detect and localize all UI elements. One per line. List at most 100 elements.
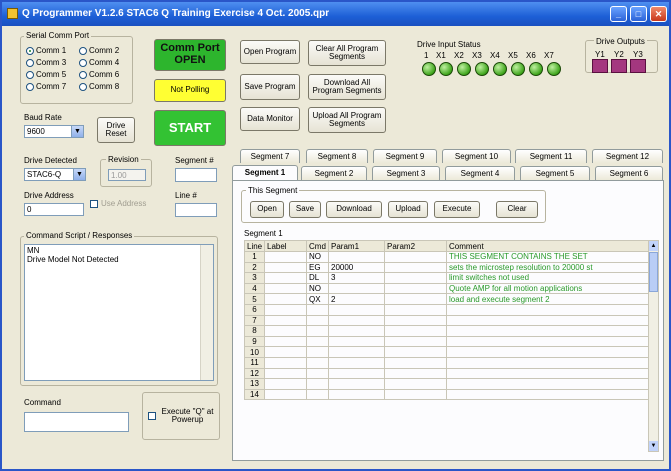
cell-param2[interactable] xyxy=(384,303,447,316)
data-monitor-button[interactable]: Data Monitor xyxy=(240,107,300,131)
cell-comment[interactable]: Quote AMP for all motion applications xyxy=(446,282,649,295)
output-indicator-y3[interactable] xyxy=(630,59,646,73)
execute-at-powerup-checkbox[interactable] xyxy=(148,412,156,420)
cell-comment[interactable]: limit switches not used xyxy=(446,272,649,284)
comm-port-open-button[interactable]: Comm Port OPEN xyxy=(154,39,226,71)
cell-comment[interactable]: load and execute segment 2 xyxy=(446,293,649,305)
cell-param2[interactable] xyxy=(384,251,447,263)
column-header-label[interactable]: Label xyxy=(264,240,307,252)
cell-label[interactable] xyxy=(264,388,307,401)
drive-detected-select[interactable]: STAC6-Q ▼ xyxy=(24,168,86,181)
cell-label[interactable] xyxy=(264,378,307,390)
chevron-down-icon[interactable]: ▼ xyxy=(73,169,85,180)
clear-all-segments-button[interactable]: Clear All Program Segments xyxy=(308,40,386,66)
save-program-button[interactable]: Save Program xyxy=(240,74,300,100)
cell-param2[interactable] xyxy=(384,378,447,390)
tab-segment-8[interactable]: Segment 8 xyxy=(306,149,368,163)
cell-comment[interactable] xyxy=(446,388,649,401)
scroll-up-icon[interactable]: ▲ xyxy=(649,241,658,251)
tab-segment-3[interactable]: Segment 3 xyxy=(372,166,440,180)
table-row[interactable]: 2 EG 20000 sets the microstep resolution to… xyxy=(244,261,649,274)
title-bar[interactable]: Q Programmer V1.2.6 STAC6 Q Training Exe… xyxy=(2,2,669,26)
cell-cmd[interactable] xyxy=(306,378,329,390)
cell-param1[interactable]: 20000 xyxy=(328,261,385,274)
cell-cmd[interactable]: DL xyxy=(306,272,329,284)
cell-label[interactable] xyxy=(264,325,307,337)
not-polling-indicator[interactable]: Not Polling xyxy=(154,79,226,102)
cell-param1[interactable] xyxy=(328,367,385,380)
radio-comm-4[interactable] xyxy=(79,59,87,67)
table-row[interactable]: 8 xyxy=(244,325,649,337)
cell-cmd[interactable] xyxy=(306,335,329,348)
scroll-thumb[interactable] xyxy=(649,252,658,292)
cell-cmd[interactable] xyxy=(306,303,329,316)
cell-label[interactable] xyxy=(264,367,307,380)
table-row[interactable]: 12 xyxy=(244,367,649,380)
column-header-param2[interactable]: Param2 xyxy=(384,240,447,252)
cell-param1[interactable] xyxy=(328,356,385,369)
cell-cmd[interactable] xyxy=(306,325,329,337)
segment-save-button[interactable]: Save xyxy=(289,201,321,218)
tab-segment-10[interactable]: Segment 10 xyxy=(442,149,511,163)
cell-param1[interactable] xyxy=(328,325,385,337)
drive-address-field[interactable]: 0 xyxy=(24,203,84,216)
line-number-field[interactable] xyxy=(175,203,217,217)
download-all-segments-button[interactable]: Download All Program Segments xyxy=(308,74,386,100)
cell-label[interactable] xyxy=(264,272,307,284)
cell-cmd[interactable] xyxy=(306,346,329,358)
radio-comm-8[interactable] xyxy=(79,83,87,91)
command-script-textarea[interactable]: MN Drive Model Not Detected xyxy=(24,244,214,381)
column-header-cmd[interactable]: Cmd xyxy=(306,240,329,252)
scroll-down-icon[interactable]: ▼ xyxy=(649,441,658,451)
cell-param2[interactable] xyxy=(384,325,447,337)
table-scrollbar[interactable]: ▲ ▼ xyxy=(648,240,659,452)
output-indicator-y1[interactable] xyxy=(592,59,608,73)
cell-label[interactable] xyxy=(264,282,307,295)
cell-param1[interactable] xyxy=(328,335,385,348)
cell-param1[interactable]: 3 xyxy=(328,272,385,284)
open-program-button[interactable]: Open Program xyxy=(240,40,300,64)
cell-comment[interactable] xyxy=(446,367,649,380)
tab-segment-9[interactable]: Segment 9 xyxy=(373,149,437,163)
cell-cmd[interactable]: NO xyxy=(306,251,329,263)
cell-comment[interactable] xyxy=(446,325,649,337)
baud-rate-select[interactable]: 9600 ▼ xyxy=(24,125,84,138)
tab-segment-11[interactable]: Segment 11 xyxy=(515,149,587,163)
cell-label[interactable] xyxy=(264,335,307,348)
cell-param2[interactable] xyxy=(384,261,447,274)
segment-number-field[interactable] xyxy=(175,168,217,182)
tab-segment-2[interactable]: Segment 2 xyxy=(301,166,367,180)
table-row[interactable]: 3 DL 3 limit switches not used xyxy=(244,272,649,284)
cell-param2[interactable] xyxy=(384,335,447,348)
cell-comment[interactable] xyxy=(446,303,649,316)
radio-comm-1[interactable] xyxy=(26,47,34,55)
cell-param1[interactable] xyxy=(328,314,385,327)
table-row[interactable]: 5 QX 2 load and execute segment 2 xyxy=(244,293,649,305)
cell-comment[interactable]: sets the microstep resolution to 20000 s… xyxy=(446,261,649,274)
cell-cmd[interactable]: QX xyxy=(306,293,329,305)
cell-param1[interactable] xyxy=(328,388,385,401)
radio-comm-7[interactable] xyxy=(26,83,34,91)
table-row[interactable]: 10 xyxy=(244,346,649,358)
tab-segment-5[interactable]: Segment 5 xyxy=(520,166,590,180)
cell-param2[interactable] xyxy=(384,346,447,358)
column-header-line[interactable]: Line xyxy=(244,240,265,252)
cell-param1[interactable] xyxy=(328,303,385,316)
segment-open-button[interactable]: Open xyxy=(250,201,284,218)
segment-download-button[interactable]: Download xyxy=(326,201,382,218)
cell-param1[interactable] xyxy=(328,251,385,263)
tab-segment-12[interactable]: Segment 12 xyxy=(592,149,663,163)
cell-label[interactable] xyxy=(264,293,307,305)
cell-label[interactable] xyxy=(264,314,307,327)
segment-upload-button[interactable]: Upload xyxy=(388,201,428,218)
script-scrollbar[interactable] xyxy=(200,245,213,380)
cell-label[interactable] xyxy=(264,303,307,316)
table-row[interactable]: 4 NO Quote AMP for all motion applications xyxy=(244,282,649,295)
table-row[interactable]: 1 NO THIS SEGMENT CONTAINS THE SET xyxy=(244,251,649,263)
table-row[interactable]: 9 xyxy=(244,335,649,348)
output-indicator-y2[interactable] xyxy=(611,59,627,73)
cell-param2[interactable] xyxy=(384,314,447,327)
cell-cmd[interactable]: NO xyxy=(306,282,329,295)
table-row[interactable]: 6 xyxy=(244,303,649,316)
cell-param1[interactable]: 2 xyxy=(328,293,385,305)
